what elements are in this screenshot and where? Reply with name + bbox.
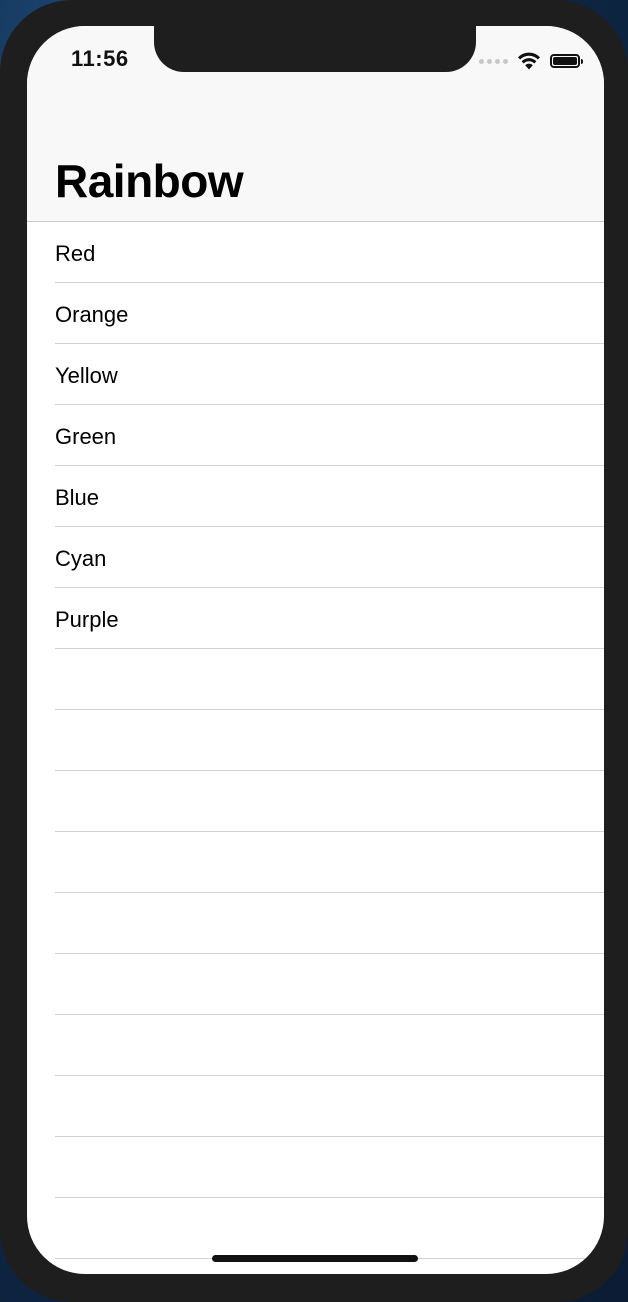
table-view[interactable]: Red Orange Yellow Green Blue Cyan Purple (27, 222, 604, 1259)
empty-row (27, 771, 604, 832)
list-item-label: Orange (55, 301, 129, 327)
page-title: Rainbow (55, 155, 244, 207)
list-item-label: Red (55, 240, 96, 266)
wifi-icon (518, 52, 540, 70)
cellular-signal-icon (479, 58, 508, 64)
list-item-label: Green (55, 423, 117, 449)
list-item[interactable]: Cyan (27, 527, 604, 588)
home-indicator[interactable] (212, 1255, 418, 1262)
status-icons (479, 50, 583, 72)
empty-row (27, 710, 604, 771)
list-item[interactable]: Purple (27, 588, 604, 649)
list-item-label: Blue (55, 484, 100, 510)
empty-row (27, 1137, 604, 1198)
list-item[interactable]: Green (27, 405, 604, 466)
list-item-label: Yellow (55, 362, 118, 388)
list-item-label: Cyan (55, 545, 107, 571)
status-time: 11:56 (71, 46, 129, 71)
list-item[interactable]: Orange (27, 283, 604, 344)
empty-row (27, 1076, 604, 1137)
list-item-label: Purple (55, 606, 119, 632)
empty-row (27, 893, 604, 954)
battery-icon (550, 54, 583, 68)
empty-row (27, 1198, 604, 1259)
phone-screen: 11:56 Rainbow Red Orange Yellow Green Bl… (27, 26, 604, 1274)
list-item[interactable]: Yellow (27, 344, 604, 405)
empty-row (27, 954, 604, 1015)
empty-row (27, 832, 604, 893)
iphone-frame: 11:56 Rainbow Red Orange Yellow Green Bl… (0, 0, 628, 1302)
list-item[interactable]: Blue (27, 466, 604, 527)
empty-row (27, 649, 604, 710)
notch (154, 26, 476, 72)
empty-row (27, 1015, 604, 1076)
list-item[interactable]: Red (27, 222, 604, 283)
